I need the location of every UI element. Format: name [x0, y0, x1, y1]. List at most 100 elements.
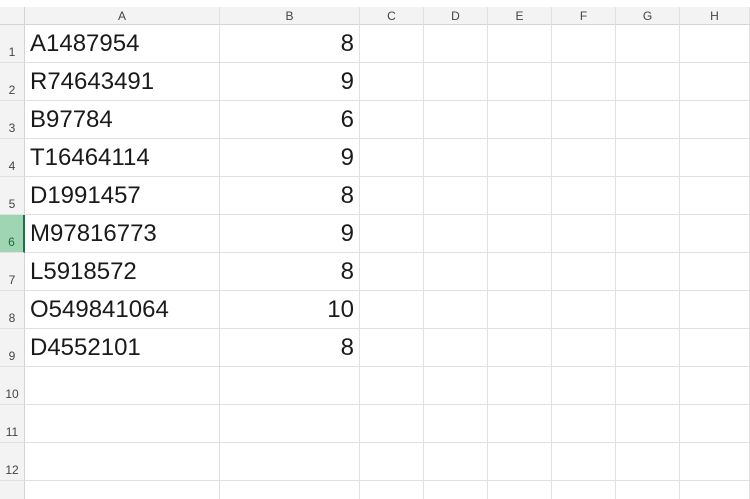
cell-b3[interactable]: 6: [220, 101, 360, 139]
cell-d6[interactable]: [424, 215, 488, 253]
cell-a7[interactable]: L5918572: [25, 253, 220, 291]
cell-a8[interactable]: O549841064: [25, 291, 220, 329]
cell-g13[interactable]: [616, 481, 680, 499]
cell-f12[interactable]: [552, 443, 616, 481]
cell-c1[interactable]: [360, 25, 424, 63]
cell-e10[interactable]: [488, 367, 552, 405]
cell-g4[interactable]: [616, 139, 680, 177]
spreadsheet-grid[interactable]: A B C D E F G H 1 A1487954 8 2 R74643491 9 3 B97784 6 4 T1…: [0, 0, 750, 499]
row-header-7[interactable]: 7: [0, 253, 25, 291]
cell-h3[interactable]: [680, 101, 750, 139]
cell-d7[interactable]: [424, 253, 488, 291]
cell-f5[interactable]: [552, 177, 616, 215]
cell-h11[interactable]: [680, 405, 750, 443]
cell-h2[interactable]: [680, 63, 750, 101]
cell-g5[interactable]: [616, 177, 680, 215]
cell-e7[interactable]: [488, 253, 552, 291]
cell-c12[interactable]: [360, 443, 424, 481]
cell-e11[interactable]: [488, 405, 552, 443]
column-header-f[interactable]: F: [552, 7, 616, 25]
cell-g3[interactable]: [616, 101, 680, 139]
cell-c11[interactable]: [360, 405, 424, 443]
cell-g9[interactable]: [616, 329, 680, 367]
row-header-13[interactable]: 13: [0, 481, 25, 499]
cell-c2[interactable]: [360, 63, 424, 101]
cell-b9[interactable]: 8: [220, 329, 360, 367]
cell-b10[interactable]: [220, 367, 360, 405]
cell-f11[interactable]: [552, 405, 616, 443]
cell-d12[interactable]: [424, 443, 488, 481]
cell-b6[interactable]: 9: [220, 215, 360, 253]
cell-d13[interactable]: [424, 481, 488, 499]
cell-e5[interactable]: [488, 177, 552, 215]
cell-f2[interactable]: [552, 63, 616, 101]
cell-c5[interactable]: [360, 177, 424, 215]
row-header-1[interactable]: 1: [0, 25, 25, 63]
cell-g1[interactable]: [616, 25, 680, 63]
cell-b2[interactable]: 9: [220, 63, 360, 101]
cell-g10[interactable]: [616, 367, 680, 405]
cell-g7[interactable]: [616, 253, 680, 291]
cell-a4[interactable]: T16464114: [25, 139, 220, 177]
cell-h13[interactable]: [680, 481, 750, 499]
cell-c10[interactable]: [360, 367, 424, 405]
cell-h1[interactable]: [680, 25, 750, 63]
cell-g8[interactable]: [616, 291, 680, 329]
cell-a11[interactable]: [25, 405, 220, 443]
cell-f13[interactable]: [552, 481, 616, 499]
cell-b5[interactable]: 8: [220, 177, 360, 215]
cell-h10[interactable]: [680, 367, 750, 405]
cell-a9[interactable]: D4552101: [25, 329, 220, 367]
cell-h8[interactable]: [680, 291, 750, 329]
cell-d1[interactable]: [424, 25, 488, 63]
cell-d9[interactable]: [424, 329, 488, 367]
cell-f7[interactable]: [552, 253, 616, 291]
cell-f8[interactable]: [552, 291, 616, 329]
row-header-4[interactable]: 4: [0, 139, 25, 177]
cell-h12[interactable]: [680, 443, 750, 481]
row-header-10[interactable]: 10: [0, 367, 25, 405]
cell-f3[interactable]: [552, 101, 616, 139]
cell-b1[interactable]: 8: [220, 25, 360, 63]
cell-b12[interactable]: [220, 443, 360, 481]
cell-b8[interactable]: 10: [220, 291, 360, 329]
cell-d2[interactable]: [424, 63, 488, 101]
row-header-12[interactable]: 12: [0, 443, 25, 481]
cell-g11[interactable]: [616, 405, 680, 443]
cell-g6[interactable]: [616, 215, 680, 253]
cell-e8[interactable]: [488, 291, 552, 329]
cell-f4[interactable]: [552, 139, 616, 177]
cell-a2[interactable]: R74643491: [25, 63, 220, 101]
cell-h6[interactable]: [680, 215, 750, 253]
cell-e4[interactable]: [488, 139, 552, 177]
cell-b11[interactable]: [220, 405, 360, 443]
cell-d3[interactable]: [424, 101, 488, 139]
cell-a12[interactable]: [25, 443, 220, 481]
cell-c3[interactable]: [360, 101, 424, 139]
cell-e3[interactable]: [488, 101, 552, 139]
cell-g2[interactable]: [616, 63, 680, 101]
row-header-6[interactable]: 6: [0, 215, 25, 253]
cell-e2[interactable]: [488, 63, 552, 101]
cell-c8[interactable]: [360, 291, 424, 329]
column-header-a[interactable]: A: [25, 7, 220, 25]
cell-b13[interactable]: [220, 481, 360, 499]
cell-c9[interactable]: [360, 329, 424, 367]
cell-f1[interactable]: [552, 25, 616, 63]
row-header-11[interactable]: 11: [0, 405, 25, 443]
cell-a5[interactable]: D1991457: [25, 177, 220, 215]
column-header-e[interactable]: E: [488, 7, 552, 25]
cell-d11[interactable]: [424, 405, 488, 443]
column-header-b[interactable]: B: [220, 7, 360, 25]
cell-a1[interactable]: A1487954: [25, 25, 220, 63]
row-header-3[interactable]: 3: [0, 101, 25, 139]
cell-a10[interactable]: [25, 367, 220, 405]
cell-d5[interactable]: [424, 177, 488, 215]
cell-h7[interactable]: [680, 253, 750, 291]
cell-h9[interactable]: [680, 329, 750, 367]
cell-c7[interactable]: [360, 253, 424, 291]
cell-c13[interactable]: [360, 481, 424, 499]
row-header-5[interactable]: 5: [0, 177, 25, 215]
row-header-2[interactable]: 2: [0, 63, 25, 101]
row-header-8[interactable]: 8: [0, 291, 25, 329]
